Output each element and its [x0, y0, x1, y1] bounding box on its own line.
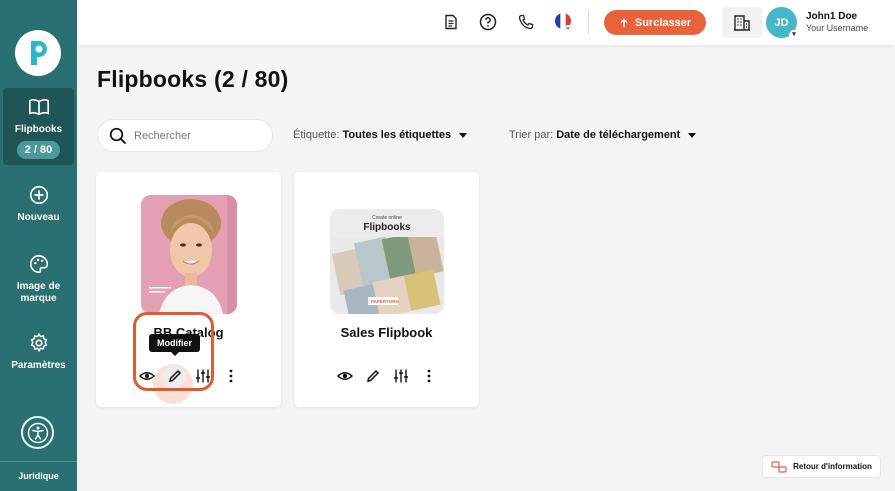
- sidebar-item-new[interactable]: Nouveau: [0, 184, 77, 224]
- sidebar-item-settings[interactable]: Paramètres: [0, 332, 77, 372]
- sidebar-item-label: Image de marque: [16, 281, 61, 304]
- language-selector[interactable]: [553, 12, 573, 32]
- sidebar-divider: [0, 461, 77, 462]
- search-input[interactable]: [134, 129, 254, 142]
- flipbook-card[interactable]: BB Catalog Modifier: [96, 172, 281, 407]
- chevron-down-icon: ▾: [789, 30, 799, 40]
- feedback-button[interactable]: Retour d'information: [762, 455, 881, 478]
- app-logo[interactable]: [15, 30, 61, 76]
- sidebar-item-label: Flipbooks: [14, 124, 63, 135]
- user-username: Your Username: [806, 23, 869, 33]
- cover-image: Create online Flipbooks PAPERTURN: [330, 209, 444, 314]
- sliders-icon: [394, 369, 408, 383]
- logo-icon: [31, 41, 47, 65]
- help-icon: [479, 13, 497, 31]
- accessibility-button[interactable]: [21, 416, 54, 449]
- top-header: Surclasser JD ▾ John1 Doe Your Username: [77, 0, 895, 45]
- more-icon: [427, 369, 431, 383]
- edit-button[interactable]: [365, 368, 381, 384]
- flipbook-cover[interactable]: Create online Flipbooks PAPERTURN: [330, 209, 444, 314]
- book-open-icon: [28, 99, 49, 116]
- more-button[interactable]: [223, 368, 239, 384]
- legal-link[interactable]: Juridique: [0, 471, 77, 481]
- palette-icon: [29, 254, 48, 274]
- feedback-label: Retour d'information: [793, 462, 872, 471]
- sidebar-item-flipbooks[interactable]: Flipbooks 2 / 80: [3, 88, 74, 165]
- cover-brand: PAPERTURN: [371, 299, 399, 304]
- flipbook-name[interactable]: Sales Flipbook: [294, 325, 479, 340]
- pencil-icon: [367, 369, 380, 382]
- eye-icon: [337, 372, 353, 380]
- sidebar: Flipbooks 2 / 80 Nouveau Image de marque…: [0, 0, 77, 491]
- search-icon: [109, 127, 126, 144]
- preview-button[interactable]: [337, 368, 353, 384]
- sidebar-item-label: Nouveau: [17, 212, 60, 223]
- tag-filter-label: Étiquette:: [293, 129, 340, 141]
- gear-icon: [30, 332, 47, 352]
- tag-filter-dropdown[interactable]: Étiquette: Toutes les étiquettes: [293, 129, 468, 141]
- caret-down-icon: [459, 132, 468, 138]
- documents-button[interactable]: [441, 12, 461, 32]
- feedback-icon: [771, 460, 787, 473]
- upgrade-button[interactable]: Surclasser: [604, 10, 706, 35]
- sort-label: Trier par:: [509, 129, 554, 141]
- card-actions: [337, 368, 437, 384]
- settings-button[interactable]: [393, 368, 409, 384]
- caret-down-icon: [688, 132, 697, 138]
- user-name: John1 Doe: [806, 11, 858, 22]
- plus-circle-icon: [29, 185, 48, 205]
- page-title: Flipbooks (2 / 80): [97, 66, 289, 92]
- organization-button[interactable]: [722, 7, 762, 38]
- sidebar-item-label: Paramètres: [11, 360, 66, 371]
- search-box[interactable]: [97, 119, 273, 152]
- phone-button[interactable]: [516, 12, 536, 32]
- sidebar-item-brand[interactable]: Image de marque: [0, 253, 77, 305]
- help-button[interactable]: [478, 12, 498, 32]
- edit-tooltip: Modifier: [149, 334, 200, 356]
- upgrade-label: Surclasser: [634, 16, 692, 29]
- header-divider: [588, 10, 589, 34]
- more-icon: [229, 369, 233, 383]
- sort-value: Date de téléchargement: [556, 129, 681, 141]
- document-icon: [445, 14, 457, 30]
- accessibility-icon: [27, 422, 48, 443]
- tag-filter-value: Toutes les étiquettes: [342, 129, 452, 141]
- arrow-up-icon: [620, 18, 628, 27]
- flipbook-cover[interactable]: [141, 195, 237, 314]
- building-icon: [734, 14, 750, 31]
- cover-image: [141, 195, 237, 314]
- cover-heading-small: Create online: [372, 215, 402, 221]
- sort-dropdown[interactable]: Trier par: Date de téléchargement: [509, 129, 697, 141]
- avatar[interactable]: JD ▾: [766, 7, 799, 40]
- avatar-initials: JD: [774, 16, 789, 29]
- cover-heading-large: Flipbooks: [363, 222, 411, 233]
- flipbook-counter-badge: 2 / 80: [16, 141, 61, 159]
- phone-icon: [518, 14, 534, 30]
- flipbook-card[interactable]: Create online Flipbooks PAPERTURN Sales …: [294, 172, 479, 407]
- more-button[interactable]: [421, 368, 437, 384]
- flag-icon: [555, 13, 571, 31]
